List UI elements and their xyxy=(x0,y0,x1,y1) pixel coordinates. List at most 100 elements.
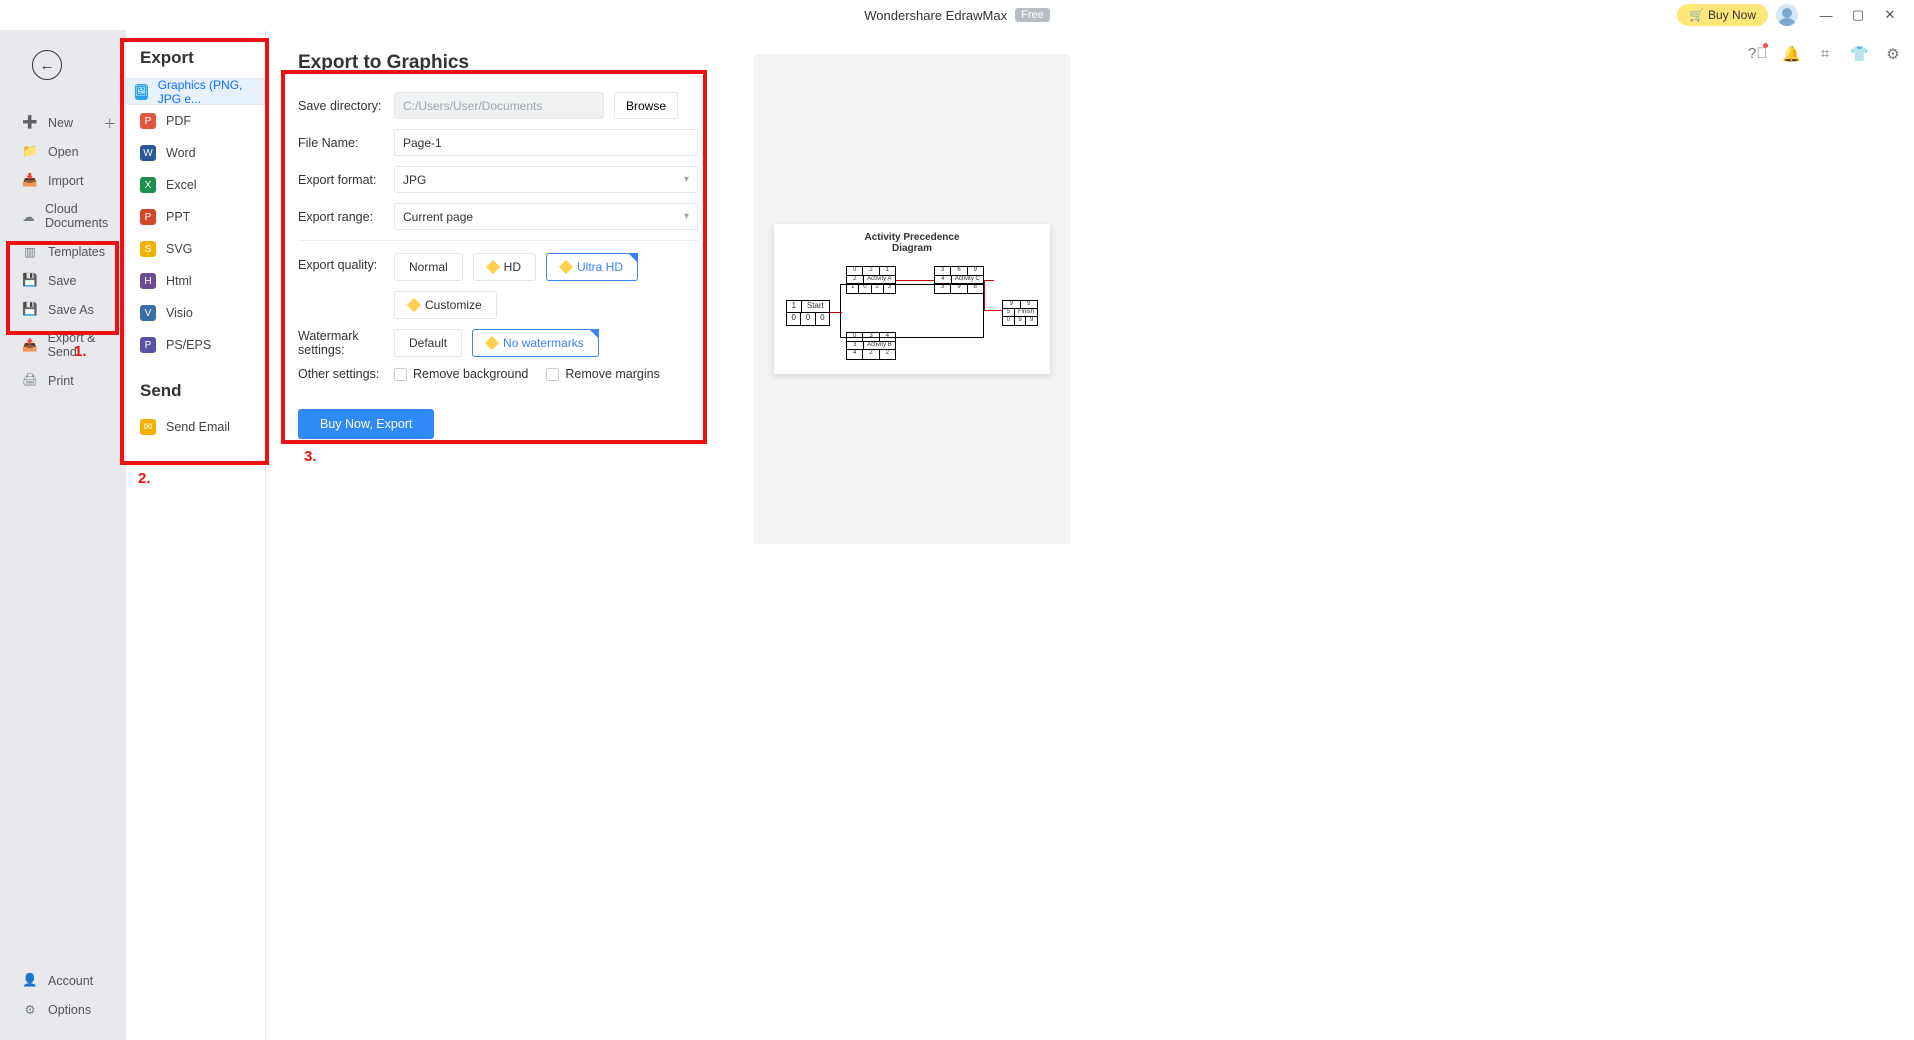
titlebar: Wondershare EdrawMax Free 🛒 Buy Now ― ▢ … xyxy=(0,0,1914,30)
chevron-down-icon: ▾ xyxy=(684,211,689,222)
diagram-finish-box: 99 5Finish 099 xyxy=(1002,300,1038,326)
export-list-panel: Export 🖼 Graphics (PNG, JPG e... P PDF W… xyxy=(126,30,266,1040)
right-toolstrip: ?⃝ 🔔 ⌗ 👕 ⚙ xyxy=(1748,45,1902,63)
quality-label: Export quality: xyxy=(298,253,394,272)
preview-diagram: 1Start 000 021 2Activity A 1023 034 3A xyxy=(786,260,1038,360)
quality-customize[interactable]: Customize xyxy=(394,291,497,319)
export-item-word[interactable]: W Word xyxy=(126,137,265,169)
ppt-icon: P xyxy=(140,209,156,225)
send-heading: Send xyxy=(126,381,265,411)
sidebar-item-open[interactable]: 📁 Open xyxy=(0,137,126,166)
sidebar-item-new[interactable]: ➕ New ＋ xyxy=(0,108,126,137)
email-icon: ✉ xyxy=(140,419,156,435)
form-title: Export to Graphics xyxy=(298,52,698,74)
sidebar-item-cloud[interactable]: ☁ Cloud Documents xyxy=(0,195,126,237)
export-item-ppt[interactable]: P PPT xyxy=(126,201,265,233)
export-item-html[interactable]: H Html xyxy=(126,265,265,297)
avatar[interactable] xyxy=(1776,4,1798,26)
quality-ultrahd[interactable]: Ultra HD xyxy=(546,253,638,281)
export-heading: Export xyxy=(126,48,265,78)
checkbox-icon xyxy=(394,368,407,381)
sidebar-item-save[interactable]: 💾 Save xyxy=(0,266,126,295)
diamond-icon xyxy=(407,298,421,312)
remove-background-checkbox[interactable]: Remove background xyxy=(394,367,528,381)
shirt-icon[interactable]: 👕 xyxy=(1850,45,1868,63)
filename-label: File Name: xyxy=(298,136,394,150)
format-label: Export format: xyxy=(298,173,394,187)
image-icon: 🖼 xyxy=(135,84,148,100)
excel-icon: X xyxy=(140,177,156,193)
close-button[interactable]: ✕ xyxy=(1876,5,1904,25)
word-icon: W xyxy=(140,145,156,161)
grid-icon[interactable]: ⌗ xyxy=(1816,45,1834,63)
diagram-start-box: 1Start 000 xyxy=(786,300,830,326)
quality-normal[interactable]: Normal xyxy=(394,253,463,281)
buy-now-button[interactable]: 🛒 Buy Now xyxy=(1677,4,1768,26)
format-select[interactable]: JPG▾ xyxy=(394,166,698,193)
export-action-button[interactable]: Buy Now, Export xyxy=(298,409,434,439)
range-label: Export range: xyxy=(298,210,394,224)
cart-icon: 🛒 xyxy=(1689,8,1704,22)
preview-thumbnail: Activity Precedence Diagram 1Start 000 0… xyxy=(774,224,1050,374)
sidebar-item-templates[interactable]: ▥ Templates xyxy=(0,237,126,266)
left-sidebar: ← ➕ New ＋ 📁 Open 📥 Import ☁ Cloud Docume… xyxy=(0,30,126,1040)
visio-icon: V xyxy=(140,305,156,321)
save-dir-input xyxy=(394,92,604,119)
quality-hd[interactable]: HD xyxy=(473,253,536,281)
diamond-icon xyxy=(485,336,499,350)
bell-icon[interactable]: 🔔 xyxy=(1782,45,1800,63)
import-icon: 📥 xyxy=(22,173,38,188)
pdf-icon: P xyxy=(140,113,156,129)
watermark-label: Watermark settings: xyxy=(298,329,394,357)
export-item-visio[interactable]: V Visio xyxy=(126,297,265,329)
sidebar-item-saveas[interactable]: 💾 Save As xyxy=(0,295,126,324)
sidebar-item-options[interactable]: ⚙ Options xyxy=(0,995,126,1024)
person-icon: 👤 xyxy=(22,973,38,988)
export-item-excel[interactable]: X Excel xyxy=(126,169,265,201)
export-item-pdf[interactable]: P PDF xyxy=(126,105,265,137)
preview-pane: Activity Precedence Diagram 1Start 000 0… xyxy=(754,54,1070,544)
export-icon: 📤 xyxy=(22,338,38,353)
saveas-icon: 💾 xyxy=(22,302,38,317)
checkbox-icon xyxy=(546,368,559,381)
save-dir-label: Save directory: xyxy=(298,99,394,113)
restore-button[interactable]: ▢ xyxy=(1844,5,1872,25)
print-icon: 🖨 xyxy=(22,373,38,388)
help-icon[interactable]: ?⃝ xyxy=(1748,45,1766,63)
minimize-button[interactable]: ― xyxy=(1812,5,1840,25)
ps-icon: P xyxy=(140,337,156,353)
export-item-graphics[interactable]: 🖼 Graphics (PNG, JPG e... xyxy=(126,78,265,105)
folder-icon: 📁 xyxy=(22,144,38,159)
add-icon[interactable]: ＋ xyxy=(103,113,116,132)
export-form: Export to Graphics Save directory: Brows… xyxy=(298,52,698,439)
svg-icon: S xyxy=(140,241,156,257)
plus-icon: ➕ xyxy=(22,115,38,130)
filename-input[interactable] xyxy=(394,129,698,156)
sidebar-item-account[interactable]: 👤 Account xyxy=(0,966,126,995)
chevron-down-icon: ▾ xyxy=(684,174,689,185)
remove-margins-checkbox[interactable]: Remove margins xyxy=(546,367,659,381)
free-badge: Free xyxy=(1015,8,1050,22)
save-icon: 💾 xyxy=(22,273,38,288)
templates-icon: ▥ xyxy=(22,244,38,259)
html-icon: H xyxy=(140,273,156,289)
back-button[interactable]: ← xyxy=(32,50,62,80)
app-title: Wondershare EdrawMax xyxy=(864,8,1007,23)
watermark-default[interactable]: Default xyxy=(394,329,462,357)
gear-icon: ⚙ xyxy=(22,1002,38,1017)
sidebar-item-export[interactable]: 📤 Export & Send xyxy=(0,324,126,366)
gear-icon[interactable]: ⚙ xyxy=(1884,45,1902,63)
range-select[interactable]: Current page▾ xyxy=(394,203,698,230)
sidebar-item-print[interactable]: 🖨 Print xyxy=(0,366,126,395)
diamond-icon xyxy=(486,260,500,274)
export-item-svg[interactable]: S SVG xyxy=(126,233,265,265)
export-item-send-email[interactable]: ✉ Send Email xyxy=(126,411,265,443)
diamond-icon xyxy=(559,260,573,274)
sidebar-item-import[interactable]: 📥 Import xyxy=(0,166,126,195)
watermark-none[interactable]: No watermarks xyxy=(472,329,599,357)
preview-title: Activity Precedence Diagram xyxy=(864,232,959,254)
cloud-icon: ☁ xyxy=(22,209,35,224)
browse-button[interactable]: Browse xyxy=(614,92,678,119)
main-body: 1. 2. 3. ← ➕ New ＋ 📁 Open 📥 Import xyxy=(0,30,1914,1040)
export-item-pseps[interactable]: P PS/EPS xyxy=(126,329,265,361)
